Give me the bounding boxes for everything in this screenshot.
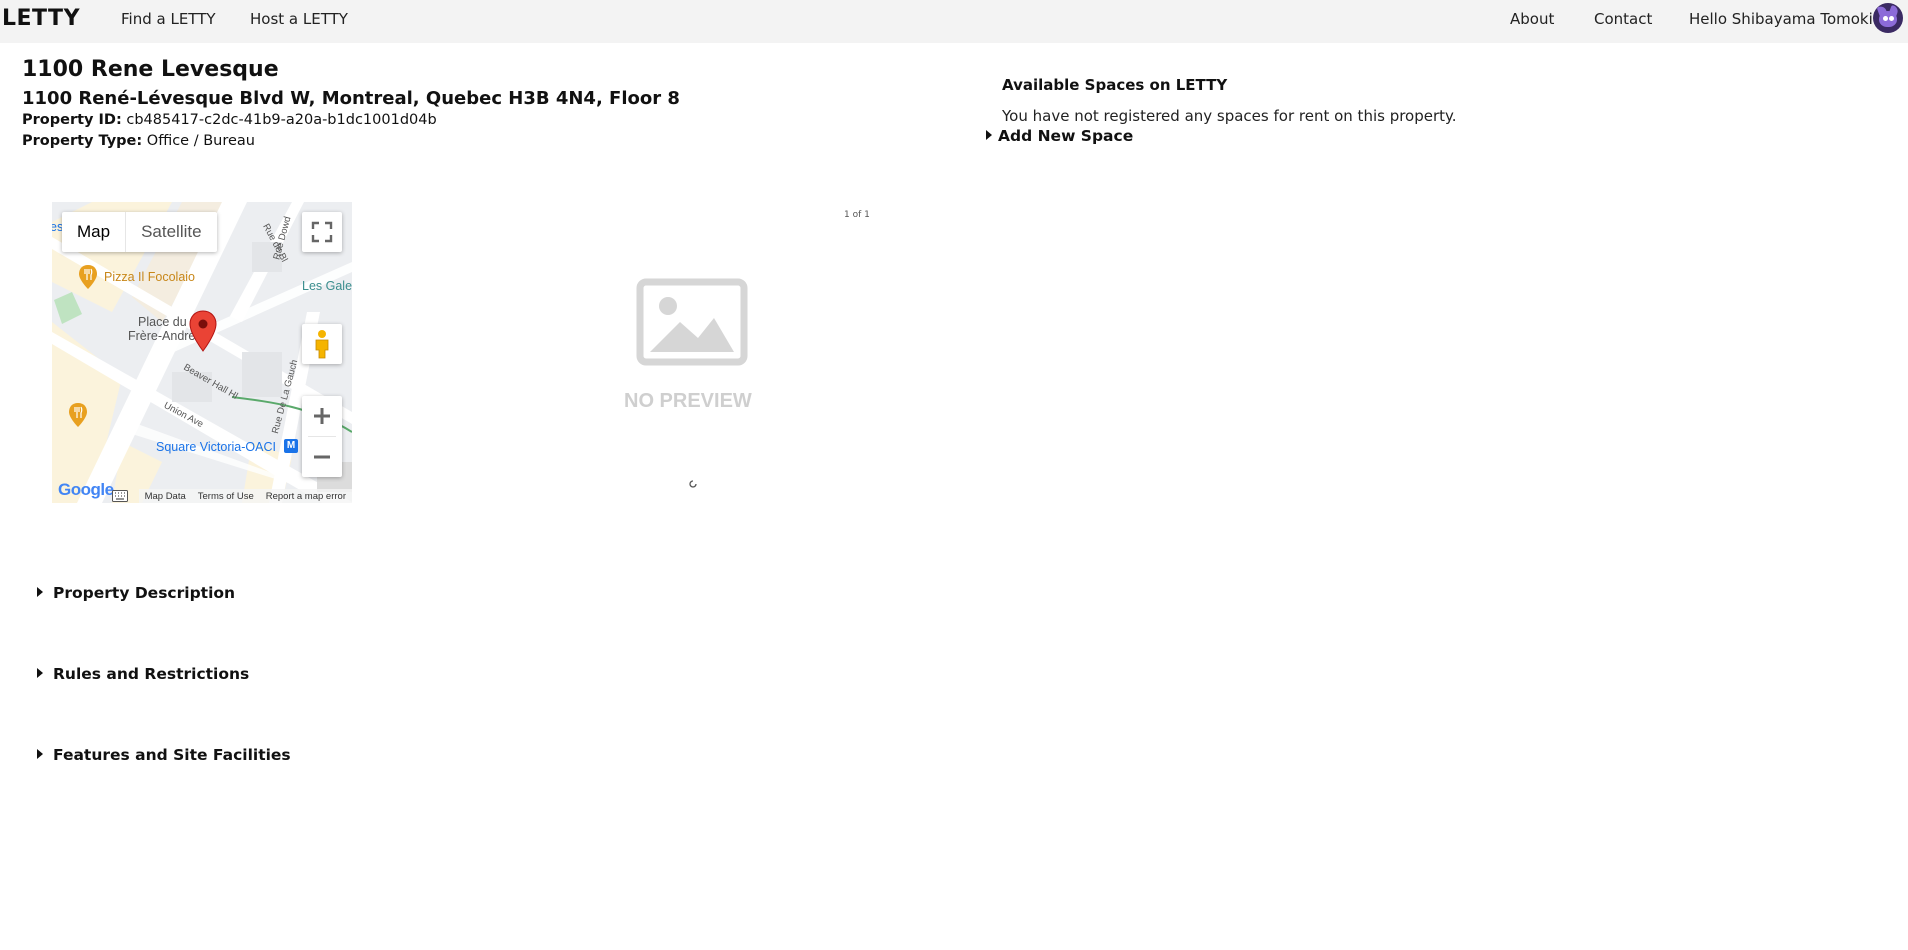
property-description-label: Property Description <box>53 584 236 602</box>
terms-of-use-link[interactable]: Terms of Use <box>192 491 260 502</box>
fullscreen-button[interactable] <box>302 212 342 252</box>
no-preview-text: NO PREVIEW <box>624 390 752 412</box>
map-attribution-strip: Map Data Terms of Use Report a map error <box>138 489 352 503</box>
map-label-place-2: Frère-André <box>128 329 196 343</box>
features-facilities-toggle[interactable]: Features and Site Facilities <box>37 746 291 764</box>
zoom-in-icon <box>314 408 330 424</box>
nav-about[interactable]: About <box>1510 10 1554 28</box>
map-footer: Google Map Data Terms of Use Report a ma… <box>52 480 352 503</box>
loading-spinner-icon <box>689 480 697 488</box>
nav-host-letty[interactable]: Host a LETTY <box>250 10 348 28</box>
top-navbar: LETTY Find a LETTY Host a LETTY About Co… <box>0 0 1908 43</box>
add-new-space-toggle[interactable]: Add New Space <box>986 127 1133 145</box>
metro-icon: M <box>284 439 298 453</box>
caret-right-icon <box>37 587 43 597</box>
caret-right-icon <box>37 668 43 678</box>
map-pin-icon[interactable] <box>189 310 217 352</box>
report-map-error-link[interactable]: Report a map error <box>260 491 352 502</box>
map-type-control: Map Satellite <box>62 212 217 252</box>
pegman-icon <box>315 330 329 359</box>
user-greeting[interactable]: Hello Shibayama Tomoki <box>1689 10 1873 28</box>
property-name: 1100 Rene Levesque <box>22 57 279 82</box>
available-spaces-title: Available Spaces on LETTY <box>1002 76 1228 94</box>
avatar[interactable] <box>1873 3 1903 33</box>
zoom-control <box>302 396 342 477</box>
property-id-line: Property ID: cb485417-c2dc-41b9-a20a-b1d… <box>22 112 437 128</box>
property-type-value: Office / Bureau <box>146 133 255 149</box>
map-label-pizza[interactable]: Pizza Il Focolaio <box>104 270 195 284</box>
google-logo: Google <box>58 480 114 499</box>
map-data-link[interactable]: Map Data <box>139 491 192 502</box>
map-label-les-gale: Les Gale <box>302 279 352 293</box>
caret-right-icon <box>986 130 992 140</box>
property-address: 1100 René-Lévesque Blvd W, Montreal, Que… <box>22 88 680 109</box>
image-placeholder-icon <box>636 278 748 366</box>
property-id-label: Property ID: <box>22 112 122 128</box>
brand-logo[interactable]: LETTY <box>2 6 80 31</box>
add-new-space-label: Add New Space <box>998 127 1134 145</box>
features-facilities-label: Features and Site Facilities <box>53 746 291 764</box>
no-spaces-message: You have not registered any spaces for r… <box>1002 107 1457 125</box>
zoom-out-icon <box>314 455 330 459</box>
map-label-square[interactable]: Square Victoria-OACI <box>156 440 276 454</box>
nav-find-letty[interactable]: Find a LETTY <box>121 10 216 28</box>
property-type-line: Property Type: Office / Bureau <box>22 133 255 149</box>
map-type-satellite-button[interactable]: Satellite <box>125 212 216 252</box>
property-id-value: cb485417-c2dc-41b9-a20a-b1dc1001d04b <box>126 112 437 128</box>
nav-contact[interactable]: Contact <box>1594 10 1652 28</box>
restaurant-icon[interactable] <box>78 264 98 290</box>
image-page-count: 1 of 1 <box>844 210 870 220</box>
caret-right-icon <box>37 749 43 759</box>
zoom-out-button[interactable] <box>302 437 342 477</box>
map-type-map-button[interactable]: Map <box>62 212 125 252</box>
fullscreen-icon <box>311 221 333 243</box>
rules-restrictions-label: Rules and Restrictions <box>53 665 250 683</box>
property-map[interactable]: es Pizza Il Focolaio Place du Frère-Andr… <box>52 202 352 503</box>
map-label-place-1: Place du <box>138 315 187 329</box>
street-view-button[interactable] <box>302 324 342 364</box>
property-type-label: Property Type: <box>22 133 143 149</box>
keyboard-icon[interactable] <box>112 490 128 502</box>
restaurant-icon[interactable] <box>68 402 88 428</box>
rules-restrictions-toggle[interactable]: Rules and Restrictions <box>37 665 249 683</box>
zoom-in-button[interactable] <box>302 396 342 436</box>
property-description-toggle[interactable]: Property Description <box>37 584 235 602</box>
